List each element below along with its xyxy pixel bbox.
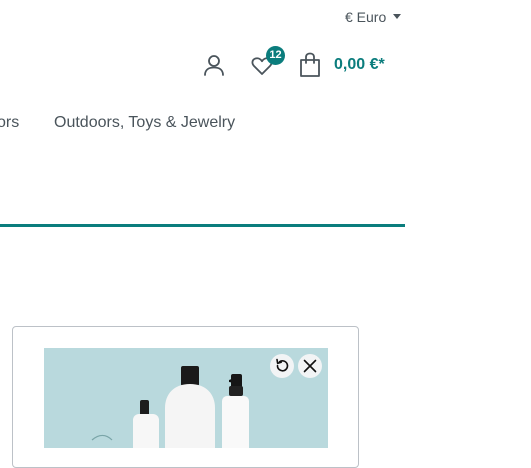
nav-active-underline	[0, 224, 405, 227]
main-navigation: ors Outdoors, Toys & Jewelry	[0, 114, 420, 136]
currency-label: € Euro	[345, 9, 387, 25]
account-button[interactable]	[201, 53, 227, 79]
image-card	[12, 326, 359, 468]
caret-down-icon	[393, 13, 402, 19]
wishlist-count-badge: 12	[266, 46, 285, 65]
cart-button[interactable]: 0,00 €*	[297, 52, 385, 78]
reset-rotation-button[interactable]	[270, 354, 294, 378]
close-button[interactable]	[298, 354, 322, 378]
close-icon	[303, 359, 317, 373]
nav-item-outdoors-toys-jewelry[interactable]: Outdoors, Toys & Jewelry	[54, 114, 235, 132]
rotate-left-icon	[276, 358, 289, 372]
image-controls	[270, 354, 322, 378]
cart-total: 0,00 €*	[334, 56, 385, 73]
nav-item-partial[interactable]: ors	[0, 114, 19, 132]
currency-dropdown[interactable]: € Euro	[345, 9, 402, 25]
product-image[interactable]	[44, 348, 328, 448]
shopping-bag-icon	[300, 52, 320, 77]
user-icon	[204, 55, 224, 76]
